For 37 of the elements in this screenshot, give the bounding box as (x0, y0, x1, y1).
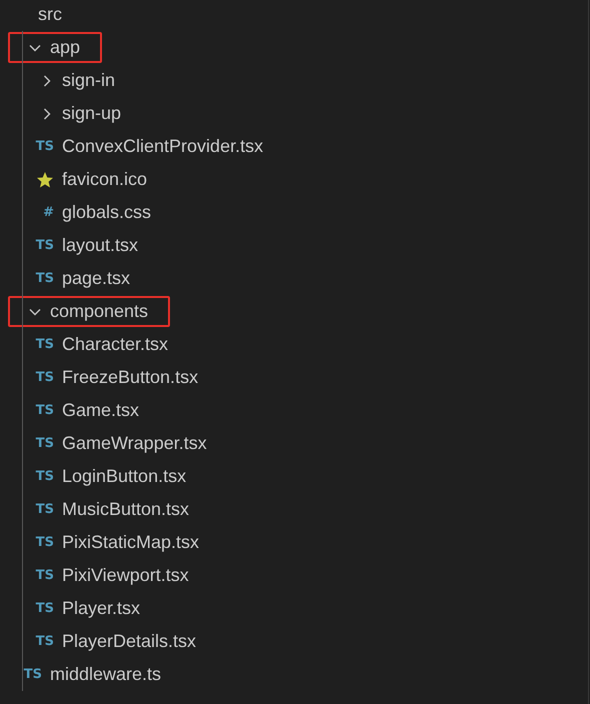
file-label[interactable]: middleware.ts (50, 664, 162, 685)
file-label[interactable]: globals.css (62, 202, 152, 223)
file-type-icon: TS (36, 568, 54, 583)
file-label[interactable]: GameWrapper.tsx (62, 433, 207, 454)
file-label[interactable]: page.tsx (62, 268, 130, 289)
file-label[interactable]: FreezeButton.tsx (62, 367, 198, 388)
file-type-icon: TS (36, 634, 54, 649)
file-type-icon: TS (36, 139, 54, 154)
file-type-icon: TS (36, 403, 54, 418)
file-label[interactable]: ConvexClientProvider.tsx (62, 136, 264, 157)
file-type-icon: TS (36, 370, 54, 385)
file-label[interactable]: PixiViewport.tsx (62, 565, 189, 586)
file-type-icon: TS (36, 535, 54, 550)
file-type-icon: TS (36, 436, 54, 451)
file-type-icon: # (43, 205, 54, 220)
file-type-icon: TS (36, 502, 54, 517)
file-type-icon: TS (36, 238, 54, 253)
folder-label[interactable]: app (50, 37, 80, 58)
file-type-icon: TS (36, 271, 54, 286)
file-type-icon: TS (24, 667, 42, 682)
file-label[interactable]: PlayerDetails.tsx (62, 631, 196, 652)
file-label[interactable]: Game.tsx (62, 400, 140, 421)
folder-label[interactable]: src (38, 4, 62, 25)
file-type-icon: TS (36, 337, 54, 352)
file-label[interactable]: Character.tsx (62, 334, 168, 355)
file-label[interactable]: PixiStaticMap.tsx (62, 532, 200, 553)
folder-label[interactable]: sign-in (62, 70, 116, 91)
file-label[interactable]: MusicButton.tsx (62, 499, 190, 520)
star-icon (36, 170, 54, 188)
file-label[interactable]: layout.tsx (62, 235, 138, 256)
folder-label[interactable]: components (50, 301, 148, 322)
file-label[interactable]: LoginButton.tsx (62, 466, 186, 487)
file-type-icon: TS (36, 469, 54, 484)
file-label[interactable]: favicon.ico (62, 169, 148, 190)
folder-label[interactable]: sign-up (62, 103, 122, 124)
file-type-icon: TS (36, 601, 54, 616)
file-label[interactable]: Player.tsx (62, 598, 140, 619)
